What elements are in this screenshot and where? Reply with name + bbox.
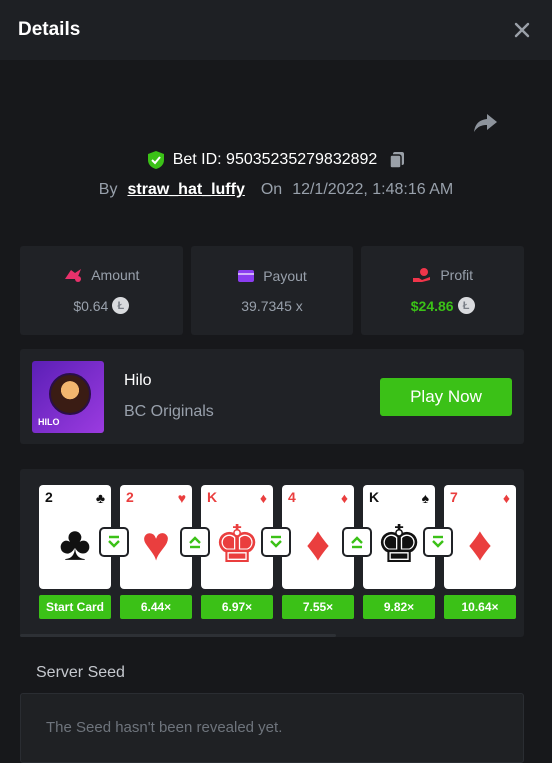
higher-arrow-icon <box>182 529 208 555</box>
play-now-button[interactable]: Play Now <box>380 378 512 416</box>
card-rank: 2 <box>126 489 134 505</box>
start-card-label: Start Card <box>39 595 111 619</box>
close-icon[interactable] <box>510 18 534 42</box>
playing-card: 7 ♦ ♦ <box>444 485 516 589</box>
details-header: Details <box>0 0 552 60</box>
bet-id-text: Bet ID: 95035235279832892 <box>172 151 378 168</box>
username-link[interactable]: straw_hat_luffy <box>127 181 244 199</box>
card-suit-icon: ♠ <box>421 490 429 506</box>
amount-value: $0.64 <box>73 297 109 314</box>
card-history[interactable]: 2 ♣ ♣ Start Card 2 ♥ ♥ 6.44× K ♦ ♚ 6.97× 4 ♦ ♦ 7.55× K ♠ ♚… <box>20 469 524 637</box>
amount-stat: Amount $0.64 Ł <box>20 246 183 335</box>
multiplier-label: 6.97× <box>201 595 273 619</box>
lower-arrow-icon <box>263 529 289 555</box>
game-name: Hilo <box>124 372 152 389</box>
game-panel: HILO Hilo BC Originals Play Now <box>20 349 524 444</box>
game-thumbnail-tag: HILO <box>38 417 60 427</box>
game-thumbnail[interactable]: HILO <box>32 361 104 433</box>
card-rank: 4 <box>288 489 296 505</box>
profit-label: Profit <box>440 267 474 283</box>
card-rank: 2 <box>45 489 53 505</box>
card-suit-icon: ♣ <box>95 490 105 506</box>
profit-stat: Profit $24.86 Ł <box>361 246 525 335</box>
share-icon[interactable] <box>472 111 498 135</box>
bet-id-row: Bet ID: 95035235279832892 <box>0 148 552 172</box>
card-suit-icon: ♦ <box>259 490 267 506</box>
payout-stat: Payout 39.7345 x <box>190 246 354 335</box>
page-title: Details <box>18 19 81 40</box>
card-rank: K <box>207 489 218 505</box>
profit-value: $24.86 <box>410 297 454 314</box>
amount-label: Amount <box>91 267 140 283</box>
card-rank: 7 <box>450 489 458 505</box>
bet-datetime: 12/1/2022, 1:48:16 AM <box>292 181 454 198</box>
bet-stats: Amount $0.64 Ł Payout 39.7345 x Profit $… <box>20 246 525 335</box>
multiplier-label: 9.82× <box>363 595 435 619</box>
by-label: By <box>98 181 118 198</box>
card-suit-icon: ♦ <box>340 490 348 506</box>
card-rank: K <box>369 489 380 505</box>
payout-value: 39.7345 x <box>241 297 303 314</box>
card-history-scrollbar[interactable] <box>20 634 336 637</box>
wallet-icon <box>237 268 255 284</box>
game-provider: BC Originals <box>124 403 214 420</box>
copy-icon[interactable] <box>389 151 405 169</box>
card-suit-icon: ♦ <box>502 490 510 506</box>
multiplier-label: 10.64× <box>444 595 516 619</box>
game-mascot-image <box>49 373 91 415</box>
lower-arrow-icon <box>101 529 127 555</box>
card-item: 7 ♦ ♦ 10.64× <box>444 485 517 619</box>
higher-arrow-icon <box>344 529 370 555</box>
hand-coin-icon <box>412 267 432 283</box>
payout-label: Payout <box>263 267 307 284</box>
card-suit-large-icon: ♦ <box>467 518 493 571</box>
multiplier-label: 7.55× <box>282 595 354 619</box>
card-suit-icon: ♥ <box>177 490 186 506</box>
server-seed-placeholder: The Seed hasn't been revealed yet. <box>46 719 283 736</box>
bet-byline: By straw_hat_luffy On 12/1/2022, 1:48:16… <box>0 178 552 202</box>
litecoin-icon: Ł <box>112 297 130 314</box>
on-label: On <box>260 181 283 198</box>
verified-shield-icon <box>147 150 165 170</box>
server-seed-field: The Seed hasn't been revealed yet. <box>20 693 524 763</box>
server-seed-label: Server Seed <box>36 664 125 681</box>
litecoin-icon: Ł <box>457 297 475 314</box>
lower-arrow-icon <box>425 529 451 555</box>
multiplier-label: 6.44× <box>120 595 192 619</box>
bet-chip-icon <box>63 267 83 283</box>
